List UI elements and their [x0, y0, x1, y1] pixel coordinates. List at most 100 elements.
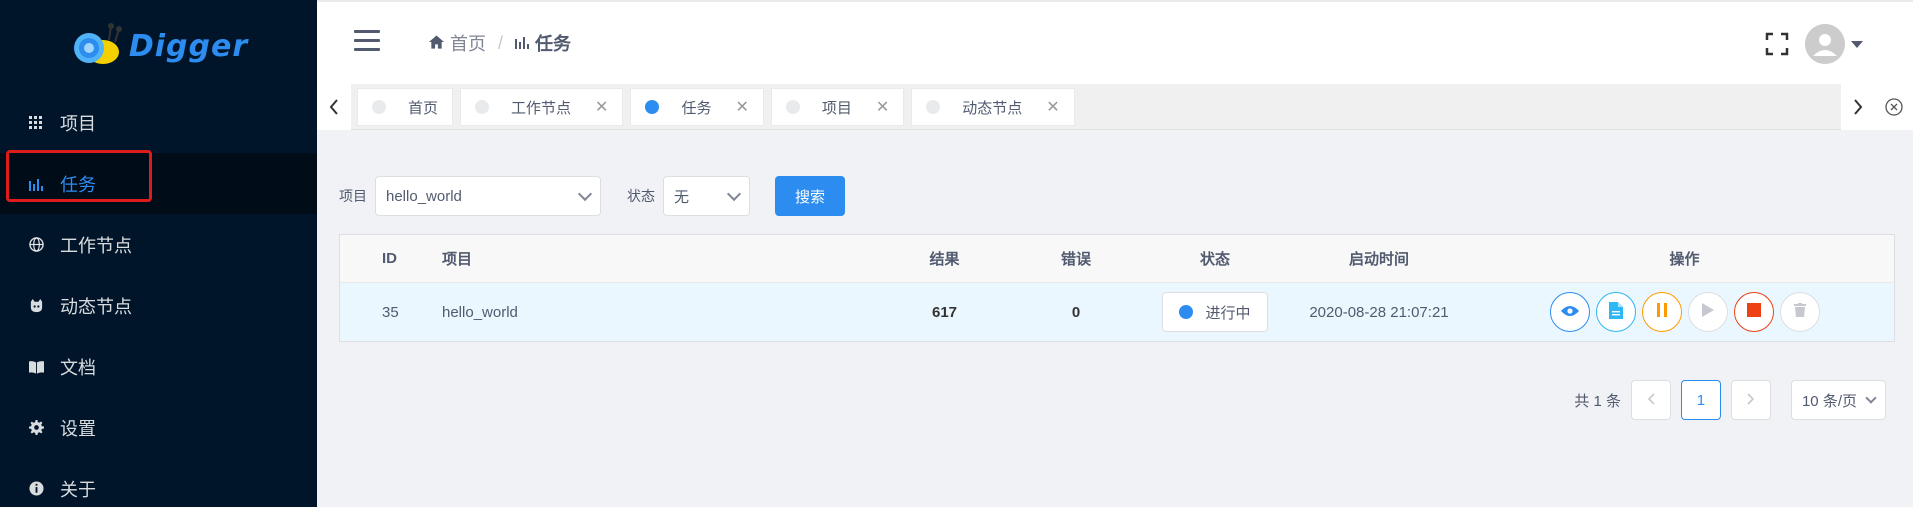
home-icon: [429, 33, 444, 54]
tab-label: 工作节点: [511, 99, 572, 117]
project-filter-label: 项目: [339, 188, 367, 204]
chevron-down-icon: [577, 186, 593, 201]
stop-icon: [1746, 303, 1761, 321]
tab-label: 首页: [408, 99, 439, 117]
table-header: ID 项目 结果 错误 状态 启动时间 操作: [340, 235, 1894, 283]
view-button[interactable]: [1549, 292, 1590, 332]
user-menu[interactable]: [1805, 24, 1863, 64]
project-select[interactable]: hello_world: [375, 176, 601, 216]
cell-start-time: 2020-08-28 21:07:21: [1309, 303, 1449, 321]
breadcrumb: 首页 / 任务: [429, 30, 571, 56]
tab-status-dot: [785, 100, 800, 114]
menu-toggle-icon[interactable]: [354, 30, 380, 52]
cell-errors: 0: [1071, 303, 1081, 321]
col-header-errors: 错误: [1060, 251, 1091, 268]
stop-button[interactable]: [1733, 292, 1774, 332]
close-icon[interactable]: ✕: [1046, 97, 1059, 117]
col-header-start-time: 启动时间: [1348, 251, 1409, 268]
snail-logo-icon: [69, 22, 123, 70]
table-row: 35 hello_world 617 0 进行中 2020-08-28 21:0…: [340, 283, 1894, 341]
tab-label: 项目: [821, 99, 852, 117]
sidebar-item-projects[interactable]: 项目: [0, 92, 317, 153]
run-button[interactable]: [1687, 292, 1728, 332]
cell-project: hello_world: [442, 303, 518, 321]
log-button[interactable]: [1595, 292, 1636, 332]
status-badge: 进行中: [1162, 292, 1268, 332]
chevron-down-icon: [726, 186, 742, 201]
sidebar-item-dynamic-nodes[interactable]: 动态节点: [0, 275, 317, 336]
play-icon: [1701, 303, 1714, 321]
tabs-scroll-right-icon[interactable]: [1841, 84, 1875, 130]
tab-work-nodes[interactable]: 工作节点 ✕: [460, 88, 624, 126]
tab-status-dot: [645, 100, 660, 114]
filter-bar: 项目 hello_world 状态 无 搜索: [339, 176, 846, 216]
col-header-status: 状态: [1199, 251, 1230, 268]
sidebar-item-label: 文档: [60, 357, 96, 378]
breadcrumb-separator: /: [498, 32, 504, 53]
sidebar-item-label: 动态节点: [60, 296, 132, 317]
status-text: 进行中: [1205, 304, 1251, 322]
close-icon[interactable]: ✕: [876, 97, 889, 117]
cell-status: 进行中: [1145, 292, 1285, 332]
sidebar-item-work-nodes[interactable]: 工作节点: [0, 214, 317, 275]
chevron-right-icon: [1747, 392, 1755, 409]
page-size-select[interactable]: 10 条/页: [1790, 380, 1886, 420]
eye-icon: [1560, 304, 1579, 321]
github-icon: [28, 298, 44, 314]
prev-page-button[interactable]: [1630, 380, 1671, 420]
logo[interactable]: Digger: [0, 0, 317, 92]
sidebar-item-label: 关于: [60, 479, 96, 500]
tasks-table: ID 项目 结果 错误 状态 启动时间 操作 35 hello_world 61…: [339, 234, 1895, 342]
fullscreen-icon[interactable]: [1765, 32, 1789, 56]
bar-chart-icon: [515, 33, 530, 54]
page-button-current[interactable]: 1: [1680, 380, 1721, 420]
info-icon: [28, 481, 44, 497]
tab-status-dot: [926, 100, 941, 114]
top-header: 首页 / 任务: [317, 0, 1913, 84]
sidebar-item-label: 项目: [60, 113, 96, 134]
cell-id: 35: [382, 303, 399, 321]
gear-icon: [28, 420, 44, 436]
status-select[interactable]: 无: [663, 176, 750, 216]
status-dot: [1179, 305, 1194, 319]
search-button[interactable]: 搜索: [775, 176, 846, 216]
tab-list: 首页 工作节点 ✕ 任务 ✕ 项目 ✕ 动态节点 ✕: [357, 88, 1075, 126]
tab-dynamic-nodes[interactable]: 动态节点 ✕: [911, 88, 1075, 126]
next-page-button[interactable]: [1730, 380, 1771, 420]
chevron-down-icon: [1865, 392, 1877, 404]
project-select-value: hello_world: [386, 187, 462, 205]
tabs-bar: 首页 工作节点 ✕ 任务 ✕ 项目 ✕ 动态节点 ✕: [317, 84, 1913, 130]
page-size-value: 10 条/页: [1801, 392, 1857, 410]
close-icon[interactable]: ✕: [595, 97, 608, 117]
main-content: 项目 hello_world 状态 无 搜索 ID 项目 结果 错误 状态 启动…: [317, 130, 1913, 507]
pause-icon: [1656, 303, 1668, 321]
tab-tasks[interactable]: 任务 ✕: [630, 88, 764, 126]
sidebar-item-tasks[interactable]: 任务: [0, 153, 317, 214]
close-all-tabs-icon[interactable]: [1875, 84, 1913, 130]
close-icon[interactable]: ✕: [735, 97, 748, 117]
sidebar-item-label: 工作节点: [60, 235, 132, 256]
sidebar-item-settings[interactable]: 设置: [0, 397, 317, 458]
tab-label: 动态节点: [962, 99, 1023, 117]
breadcrumb-current: 任务: [515, 30, 571, 56]
tab-status-dot: [372, 100, 386, 114]
tab-home[interactable]: 首页: [357, 88, 454, 126]
row-actions: [1549, 292, 1820, 332]
tab-projects[interactable]: 项目 ✕: [770, 88, 905, 126]
globe-icon: [28, 237, 44, 253]
grid-icon: [28, 115, 44, 131]
pause-button[interactable]: [1641, 292, 1682, 332]
breadcrumb-home[interactable]: 首页: [429, 30, 486, 56]
sidebar-item-docs[interactable]: 文档: [0, 336, 317, 397]
col-header-actions: 操作: [1669, 251, 1700, 268]
breadcrumb-home-label: 首页: [450, 34, 486, 54]
tabs-scroll-left-icon[interactable]: [317, 84, 351, 130]
sidebar-item-label: 设置: [60, 418, 96, 439]
logo-text: Digger: [128, 28, 249, 64]
delete-button[interactable]: [1779, 292, 1820, 332]
status-filter-label: 状态: [627, 188, 655, 204]
sidebar-item-label: 任务: [60, 174, 96, 195]
cell-actions: [1473, 292, 1896, 332]
tab-status-dot: [475, 100, 490, 114]
sidebar-item-about[interactable]: 关于: [0, 458, 317, 507]
